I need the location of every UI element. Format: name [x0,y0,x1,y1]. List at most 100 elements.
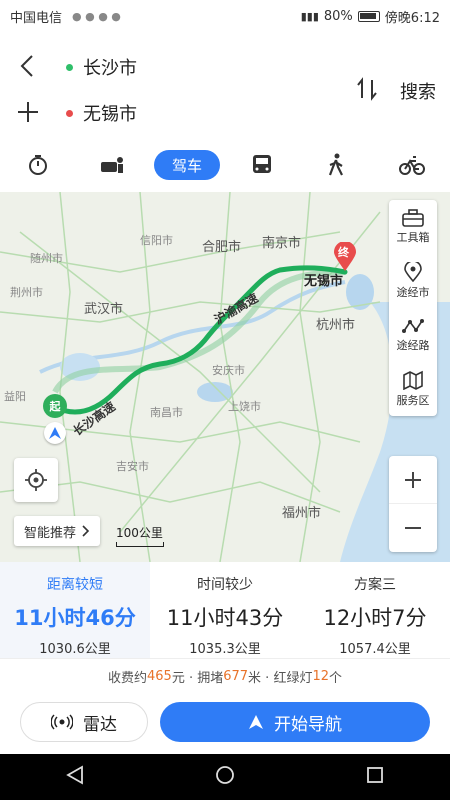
via-city-button[interactable]: 途经市 [389,254,437,308]
bus-icon [253,155,271,173]
lights-value: 12 [312,669,329,684]
toll-value: 465 [146,669,172,684]
map-label-hangzhou: 杭州市 [316,318,356,333]
route-option-label: 距离较短 [47,577,103,593]
tab-bus[interactable] [246,150,278,180]
map-label-hefei: 合肥市 [202,240,242,255]
route-option-time: 12小时7分 [323,606,427,630]
toll-prefix: 收费约 [107,671,147,686]
route-option-time: 11小时46分 [14,606,136,630]
back-button[interactable] [14,52,42,80]
map-label-xinyang: 信阳市 [140,234,173,247]
route-option-label: 方案三 [354,577,396,593]
map-label-shangrao: 上饶市 [228,400,261,413]
route-nodes-icon [402,319,424,333]
battery-icon [357,10,380,22]
route-option-distance: 1057.4公里 [339,642,411,657]
map-label-wuxi: 无锡市 [304,274,344,289]
origin-marker[interactable]: 起 [43,394,67,418]
walk-icon [328,153,343,176]
tab-drive[interactable]: 驾车 [154,150,220,180]
lights-unit: 个 [329,671,343,686]
origin-marker-text: 起 [49,400,61,413]
nav-home-button[interactable] [215,765,235,789]
origin-field[interactable]: 长沙市 [66,54,137,80]
map-label-fuzhou: 福州市 [282,506,322,521]
radar-button[interactable]: 雷达 [20,702,148,742]
plus-icon [405,471,421,488]
map-tools: 工具箱 途经市 途经路 服务区 [389,200,437,416]
add-waypoint-button[interactable] [14,98,42,126]
minus-icon [405,527,421,529]
route-option-time: 11小时43分 [166,606,284,630]
start-navigation-label: 开始导航 [274,714,342,735]
nav-back-button[interactable] [65,765,85,789]
bike-icon [399,156,425,175]
triangle-back-icon [66,765,83,785]
route-options: 距离较短 11小时46分 1030.6公里 时间较少 11小时43分 1035.… [0,562,450,658]
destination-field[interactable]: 无锡市 [66,100,137,126]
destination-marker[interactable]: 终 [333,241,357,272]
via-road-button[interactable]: 途经路 [389,308,437,362]
map-label-nanchang: 南昌市 [150,406,183,419]
radar-label: 雷达 [83,714,117,735]
tab-drive-label: 驾车 [171,156,202,175]
map-scale: 100公里 [116,524,164,547]
status-bar: 中国电信 ● ● ● ● ▮▮▮ 80% 傍晚6:12 [0,0,450,32]
action-bar: 雷达 开始导航 [0,694,450,754]
search-button[interactable]: 搜索 [400,78,436,104]
tab-ride[interactable] [96,150,128,180]
map-label-jingzhou: 荆州市 [10,286,43,299]
origin-text: 长沙市 [83,58,137,79]
destination-text: 无锡市 [83,104,137,125]
swap-icon [357,77,377,101]
tab-bike[interactable] [396,150,428,180]
crosshair-icon [25,469,47,491]
plus-icon [18,102,38,122]
location-pin-icon [404,262,422,282]
locate-button[interactable] [14,458,58,502]
map-label-suizhou: 随州市 [30,252,63,265]
notification-icons: ● ● ● ● [72,9,121,23]
clock: 傍晚6:12 [384,10,440,26]
tab-taxi[interactable] [22,150,54,180]
map-label-wuhan: 武汉市 [84,302,124,317]
signal-icon: ▮▮▮ [300,9,319,23]
circle-home-icon [216,766,234,784]
current-location-arrow-icon [44,422,66,444]
route-header: 长沙市 无锡市 搜索 [0,32,450,142]
toolbox-button[interactable]: 工具箱 [389,200,437,254]
chevron-right-icon [82,525,90,537]
route-option-2[interactable]: 时间较少 11小时43分 1035.3公里 [150,562,300,658]
map-label-jian: 吉安市 [116,460,149,473]
toll-unit: 元 · 拥堵 [171,671,224,686]
via-city-label: 途经市 [396,286,430,299]
route-option-label: 时间较少 [197,577,253,593]
zoom-out-button[interactable] [389,504,437,552]
route-option-distance: 1035.3公里 [189,642,261,657]
map-label-yiyang: 益阳 [4,390,26,403]
route-option-distance: 1030.6公里 [39,642,111,657]
transport-mode-tabs: 驾车 [0,142,450,190]
jam-unit: 米 · 红绿灯 [248,671,313,686]
toolbox-icon [402,209,424,227]
radar-icon [51,714,73,730]
tab-walk[interactable] [320,150,352,180]
chevron-left-icon [20,55,33,77]
route-option-1[interactable]: 距离较短 11小时46分 1030.6公里 [0,562,150,658]
map-label-anqing: 安庆市 [212,364,245,377]
carrier-name: 中国电信 [10,10,63,26]
navigation-arrow-icon [249,715,263,729]
nav-recents-button[interactable] [365,765,385,789]
map-view[interactable]: 合肥市 南京市 武汉市 杭州市 福州市 荆州市 随州市 信阳市 安庆市 上饶市 … [0,192,450,562]
start-navigation-button[interactable]: 开始导航 [160,702,430,742]
service-area-button[interactable]: 服务区 [389,362,437,416]
smart-recommend-button[interactable]: 智能推荐 [14,516,101,546]
map-label-nanjing: 南京市 [262,236,302,251]
origin-dot-icon [66,63,73,71]
via-road-label: 途经路 [396,339,430,352]
route-option-3[interactable]: 方案三 12小时7分 1057.4公里 [300,562,450,658]
service-area-icon [403,370,423,390]
swap-button[interactable] [354,76,380,102]
zoom-in-button[interactable] [389,456,437,504]
